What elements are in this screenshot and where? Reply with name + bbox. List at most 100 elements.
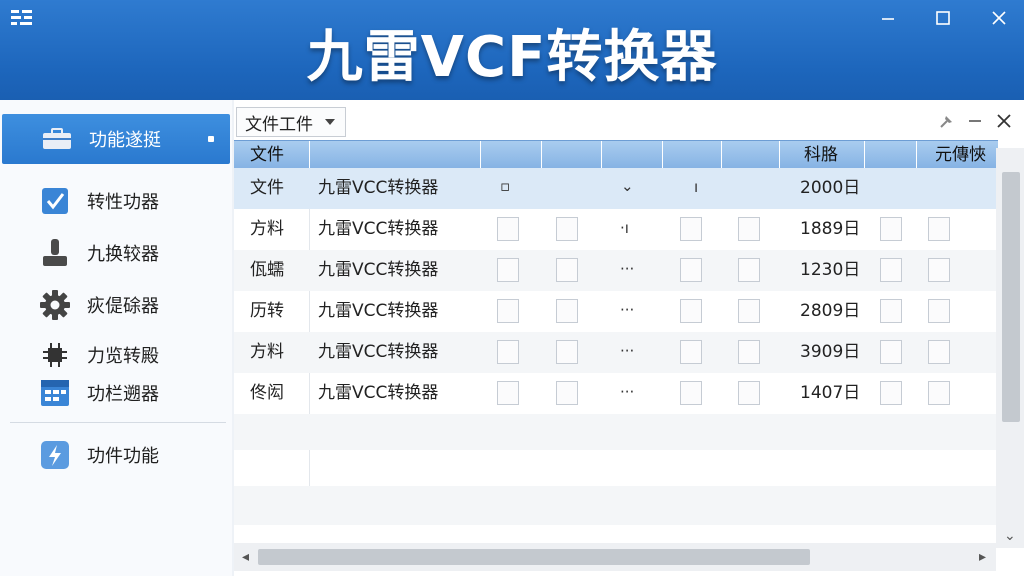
minimize-icon: [969, 120, 981, 122]
table-row[interactable]: 佟闳 九雷VCC转换器 ··· 1407日: [234, 373, 998, 414]
table-row[interactable]: 历转 九雷VCC转换器 ··· 2809日: [234, 291, 998, 332]
more-icon[interactable]: ···: [620, 260, 634, 278]
row-checkbox[interactable]: [928, 381, 950, 405]
vertical-scrollbar[interactable]: ⌄: [996, 148, 1024, 548]
row-checkbox[interactable]: [680, 299, 702, 323]
scroll-left-icon[interactable]: ◂: [242, 550, 249, 564]
sidebar-item-5[interactable]: 功栏遡器: [0, 368, 232, 418]
row-checkbox[interactable]: [680, 381, 702, 405]
row-value: 2809日: [800, 301, 861, 321]
scroll-right-icon[interactable]: ▸: [979, 550, 986, 564]
empty-row: [234, 486, 998, 525]
row-col1: 文件: [250, 178, 284, 198]
row-col1: 方料: [250, 219, 284, 239]
row-checkbox[interactable]: [497, 381, 519, 405]
file-menu-label: 文件工件: [245, 114, 313, 135]
sidebar-item-3[interactable]: 疢偍硢器: [0, 280, 232, 330]
row-checkbox[interactable]: [880, 381, 902, 405]
row-checkbox[interactable]: [556, 381, 578, 405]
more-icon[interactable]: ···: [620, 383, 634, 401]
minimize-icon: [882, 18, 894, 20]
sidebar-item-1[interactable]: 转性功器: [0, 176, 232, 226]
sidebar-item-0[interactable]: 功能遂挺: [2, 114, 230, 164]
row-checkbox[interactable]: [497, 258, 519, 282]
header-last[interactable]: 元傳悏: [917, 141, 998, 169]
row-checkbox[interactable]: [928, 258, 950, 282]
sidebar-item-label: 力览转殿: [87, 346, 159, 367]
header-col7[interactable]: [722, 141, 780, 169]
row-checkbox[interactable]: [928, 299, 950, 323]
maximize-button[interactable]: [931, 6, 955, 30]
pin-button[interactable]: [936, 110, 958, 132]
header-col1[interactable]: 文件: [234, 141, 310, 169]
header-col6[interactable]: [663, 141, 722, 169]
maximize-icon: [936, 11, 950, 25]
table-row[interactable]: 方料 九雷VCC转换器 ··· 3909日: [234, 332, 998, 373]
row-checkbox[interactable]: [680, 217, 702, 241]
sidebar-item-label: 九换较器: [87, 244, 159, 265]
row-checkbox[interactable]: [880, 217, 902, 241]
row-checkbox[interactable]: [556, 340, 578, 364]
horizontal-scrollbar[interactable]: ◂ ▸: [234, 543, 996, 571]
horizontal-scroll-thumb[interactable]: [258, 549, 810, 565]
header-col5[interactable]: [602, 141, 663, 169]
row-checkbox[interactable]: [880, 340, 902, 364]
sidebar-item-label: 功能遂挺: [89, 130, 161, 151]
row-name: 九雷VCC转换器: [318, 383, 439, 403]
cursor-mark-icon: ı: [694, 178, 699, 196]
row-col1: 佤蠕: [250, 260, 284, 280]
sidebar-item-2[interactable]: 九换较器: [0, 228, 232, 278]
chevron-down-icon[interactable]: ⌄: [621, 177, 634, 195]
table-row[interactable]: 方料 九雷VCC转换器 ·ı 1889日: [234, 209, 998, 250]
row-checkbox[interactable]: [880, 258, 902, 282]
close-button[interactable]: [987, 6, 1011, 30]
row-checkbox[interactable]: [738, 217, 760, 241]
title-bar: 九雷VCF转换器: [0, 0, 1024, 100]
header-col9[interactable]: [865, 141, 917, 169]
scroll-down-icon[interactable]: ⌄: [1004, 529, 1016, 543]
dash-mark-icon: ·ı: [620, 219, 629, 237]
pin-icon: [940, 116, 952, 128]
main-panel: 文件工件 文件 科胳 元傳悏 文件 九雷VCC转换器 ▫ ⌄ ı 2000日 方…: [234, 100, 1024, 576]
row-col1: 佟闳: [250, 383, 284, 403]
row-checkbox[interactable]: [680, 340, 702, 364]
file-table: 文件 科胳 元傳悏 文件 九雷VCC转换器 ▫ ⌄ ı 2000日 方料 九雷V…: [234, 140, 998, 525]
joystick-icon: [38, 236, 72, 270]
row-value: 1407日: [800, 383, 861, 403]
row-checkbox[interactable]: [928, 217, 950, 241]
row-checkbox[interactable]: [497, 299, 519, 323]
row-value: 2000日: [800, 178, 861, 198]
minimize-button[interactable]: [876, 6, 900, 30]
row-checkbox[interactable]: [738, 340, 760, 364]
more-icon[interactable]: ···: [620, 301, 634, 319]
row-checkbox[interactable]: [556, 217, 578, 241]
header-col4[interactable]: [542, 141, 602, 169]
row-value: 3909日: [800, 342, 861, 362]
close-icon: [997, 114, 1011, 128]
row-checkbox[interactable]: [556, 299, 578, 323]
row-col1: 方料: [250, 342, 284, 362]
row-checkbox[interactable]: [738, 381, 760, 405]
sidebar-item-6[interactable]: 功件功能: [0, 430, 232, 480]
row-checkbox[interactable]: [497, 217, 519, 241]
table-row[interactable]: 文件 九雷VCC转换器 ▫ ⌄ ı 2000日: [234, 168, 998, 209]
row-checkbox[interactable]: [680, 258, 702, 282]
row-checkbox[interactable]: [928, 340, 950, 364]
row-col1: 历转: [250, 301, 284, 321]
row-checkbox[interactable]: [497, 340, 519, 364]
vertical-scroll-thumb[interactable]: [1002, 172, 1020, 422]
panel-close-button[interactable]: [993, 110, 1015, 132]
doc-icon: ▫: [500, 177, 511, 195]
row-checkbox[interactable]: [880, 299, 902, 323]
file-menu-dropdown[interactable]: 文件工件: [236, 107, 346, 137]
row-checkbox[interactable]: [556, 258, 578, 282]
table-row[interactable]: 佤蠕 九雷VCC转换器 ··· 1230日: [234, 250, 998, 291]
more-icon[interactable]: ···: [620, 342, 634, 360]
header-name[interactable]: [310, 141, 481, 169]
row-checkbox[interactable]: [738, 258, 760, 282]
header-col3[interactable]: [481, 141, 542, 169]
header-date[interactable]: 科胳: [780, 141, 865, 169]
row-checkbox[interactable]: [738, 299, 760, 323]
panel-minimize-button[interactable]: [964, 110, 986, 132]
checkbox-icon: [38, 184, 72, 218]
